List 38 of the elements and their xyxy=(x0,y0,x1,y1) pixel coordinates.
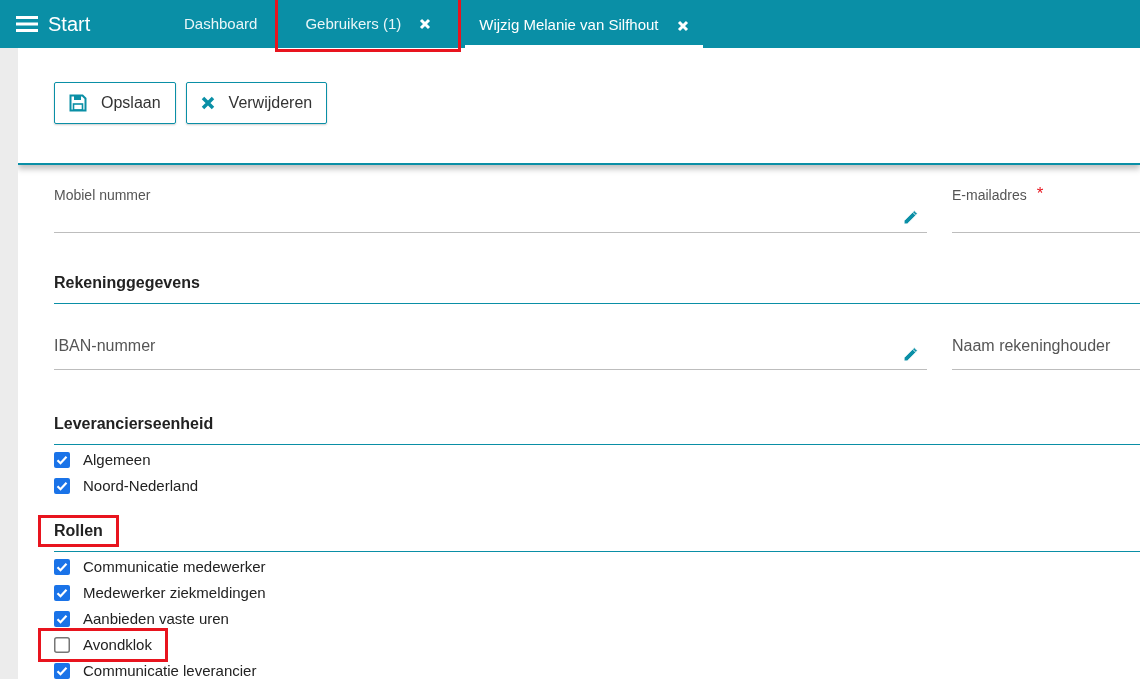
close-icon[interactable] xyxy=(419,18,432,30)
field-label: Mobiel nummer xyxy=(54,186,151,205)
menu-icon[interactable] xyxy=(16,15,38,33)
checkbox[interactable] xyxy=(54,611,70,627)
checkbox[interactable] xyxy=(54,637,70,653)
required-mark: * xyxy=(1036,185,1044,205)
section-heading: Leverancierseenheid xyxy=(54,415,214,432)
app-title[interactable]: Start xyxy=(48,9,91,39)
option-label: Communicatie leverancier xyxy=(83,660,257,679)
section-heading: Rekeninggegevens xyxy=(54,274,200,291)
option-label: Avondklok xyxy=(83,634,152,655)
option-label: Aanbieden vaste uren xyxy=(83,608,229,629)
text-input[interactable]: Naam rekeninghouder xyxy=(952,333,1140,358)
delete-button[interactable]: Verwijderen xyxy=(185,81,328,124)
checkbox[interactable] xyxy=(54,478,70,494)
save-icon xyxy=(69,93,87,112)
checkbox[interactable] xyxy=(54,452,70,468)
checkbox[interactable] xyxy=(54,559,70,575)
field-label: E-mailadres xyxy=(952,186,1027,205)
save-button[interactable]: Opslaan xyxy=(54,81,176,124)
option-label: Medewerker ziekmeldingen xyxy=(83,582,266,603)
tab[interactable]: Gebruikers (1) xyxy=(291,0,446,48)
close-icon xyxy=(200,95,215,110)
checkbox[interactable] xyxy=(54,585,70,601)
tab[interactable]: Dashboard xyxy=(170,0,272,48)
text-input[interactable]: IBAN-nummer xyxy=(54,333,927,358)
option-label: Noord-Nederland xyxy=(83,475,199,496)
close-icon[interactable] xyxy=(676,19,689,32)
pencil-icon[interactable] xyxy=(902,346,919,363)
checkbox[interactable] xyxy=(54,663,70,679)
option-label: Algemeen xyxy=(83,449,151,470)
input-field[interactable]: E-mailadres * xyxy=(952,185,1140,233)
input-field[interactable]: Mobiel nummer xyxy=(54,185,927,233)
input-field[interactable]: IBAN-nummer xyxy=(54,322,927,370)
pencil-icon[interactable] xyxy=(902,209,919,226)
input-field[interactable]: Naam rekeninghouder xyxy=(952,322,1140,370)
option-label: Communicatie medewerker xyxy=(83,556,266,577)
section-heading: Rollen xyxy=(54,522,103,539)
